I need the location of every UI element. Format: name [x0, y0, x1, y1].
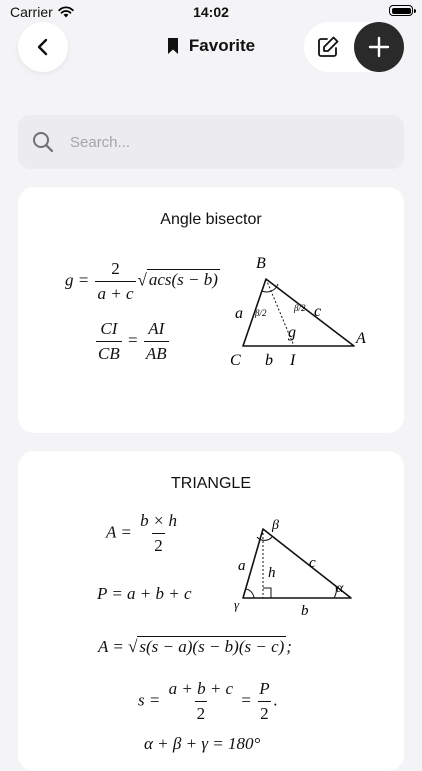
perimeter-formula: P = a + b + c [97, 584, 192, 603]
search-icon [33, 132, 54, 153]
bookmark-icon [167, 38, 178, 54]
formula-lhs: s = [138, 690, 161, 710]
fraction-left: CI CB [96, 319, 122, 364]
angle-alpha-label: α [336, 581, 344, 596]
status-time: 14:02 [193, 4, 229, 20]
edit-icon [318, 36, 339, 57]
formula-card-angle-bisector[interactable]: Angle bisector g = 2 a + c √ acs(s − b) C… [18, 187, 404, 433]
side-c-label: c [309, 555, 316, 571]
fraction-denominator: 2 [152, 533, 165, 556]
status-bar: Carrier 14:02 [0, 0, 422, 24]
fraction-denominator: CB [96, 341, 122, 364]
area-formula: A = b × h 2 [106, 511, 181, 556]
equals-sign: = [241, 690, 251, 710]
fraction-numerator: CI [100, 319, 118, 338]
bisector-length-formula: g = 2 a + c √ acs(s − b) [65, 259, 220, 304]
fraction: 2 a + c [95, 259, 136, 304]
radical-sign: √ [137, 270, 147, 290]
angle-bisector-figure: B C A I a b c g β/2 β/2 [230, 255, 366, 369]
side-a-label: a [235, 305, 243, 322]
side-b-label: b [301, 603, 309, 617]
fraction-numerator: b × h [140, 511, 178, 530]
battery-icon [389, 5, 416, 16]
fraction: a + b + c 2 [167, 679, 236, 724]
vertex-b-label: B [256, 255, 266, 272]
fraction-numerator: AI [148, 319, 165, 338]
vertex-c-label: C [230, 352, 241, 369]
search-input[interactable] [68, 132, 352, 152]
page-title: Favorite [188, 36, 256, 55]
semiperimeter-formula: s = a + b + c 2 = P 2 . [138, 679, 278, 724]
add-button[interactable] [354, 22, 404, 72]
bisector-g-label: g [288, 324, 296, 341]
fraction-denominator: AB [143, 341, 169, 364]
fraction-right: AI AB [143, 319, 169, 364]
angle-sum-formula: α + β + γ = 180° [144, 734, 261, 753]
vertex-a-label: A [355, 330, 366, 347]
formula-tail: ; [286, 637, 292, 656]
fraction-denominator: 2 [194, 701, 208, 724]
card-title: TRIANGLE [170, 475, 251, 492]
fraction-numerator: P [259, 679, 270, 698]
plus-icon [368, 36, 390, 58]
formula-lhs: A = [106, 522, 132, 542]
angle-half-left-label: β/2 [254, 308, 267, 318]
card-title: Angle bisector [160, 211, 262, 228]
fraction-2: P 2 [257, 679, 271, 724]
fraction-numerator: 2 [111, 259, 120, 278]
formula-tail: . [273, 690, 278, 710]
side-b-label: b [265, 352, 273, 369]
radicand: acs(s − b) [146, 269, 220, 290]
fraction-numerator: a + b + c [168, 679, 234, 698]
formula-lhs: A = [98, 637, 124, 656]
triangle-figure: β α γ a b c h [234, 518, 352, 617]
formula-lhs: g = [65, 270, 90, 290]
radicand: s(s − a)(s − b)(s − c) [137, 636, 287, 656]
proportion-formula: CI CB = AI AB [94, 319, 171, 364]
fraction: b × h 2 [138, 511, 179, 556]
angle-beta-label: β [271, 518, 279, 533]
search-bar[interactable] [18, 115, 404, 169]
fraction-denominator: 2 [258, 701, 271, 724]
side-a-label: a [238, 558, 246, 574]
fraction-denominator: a + c [95, 281, 136, 304]
radical-sign: √ [128, 637, 138, 656]
header: Favorite [0, 22, 422, 74]
heron-formula: A = √ s(s − a)(s − b)(s − c); [98, 636, 292, 657]
angle-gamma-label: γ [234, 597, 240, 612]
equals-sign: = [127, 330, 138, 350]
formula-card-triangle[interactable]: TRIANGLE A = b × h 2 P = a + b + c β α γ… [18, 451, 404, 771]
point-i-label: I [289, 352, 296, 369]
height-h-label: h [268, 565, 276, 581]
angle-half-right-label: β/2 [293, 303, 306, 313]
side-c-label: c [314, 303, 321, 320]
